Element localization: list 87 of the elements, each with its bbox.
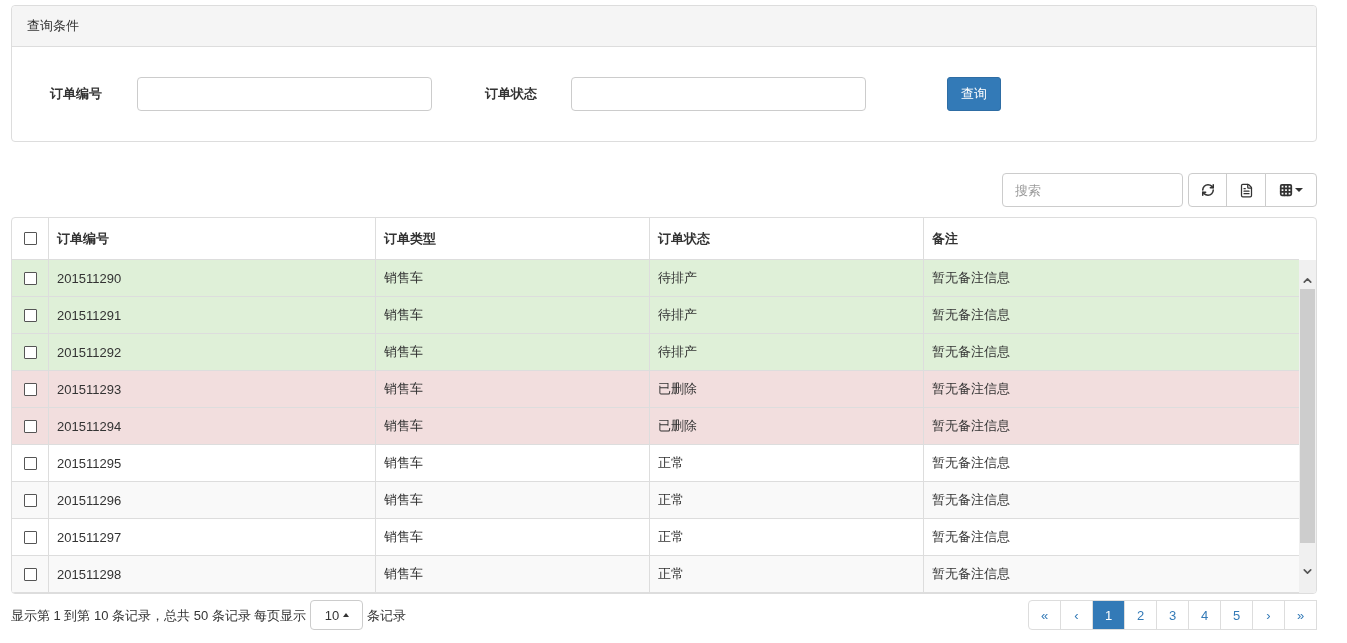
table-cell: 暂无备注信息 — [932, 306, 1010, 324]
table-row[interactable]: 201511293 销售车 已删除 暂无备注信息 — [12, 371, 1299, 408]
table-row[interactable]: 201511295 销售车 正常 暂无备注信息 — [12, 445, 1299, 482]
table-cell: 暂无备注信息 — [932, 565, 1010, 583]
columns-button[interactable] — [1265, 173, 1317, 207]
page-button[interactable]: « — [1028, 600, 1061, 630]
select-all-checkbox[interactable] — [23, 232, 37, 245]
table-cell: 201511291 — [57, 307, 122, 323]
field-label: 订单状态 — [485, 85, 538, 103]
table-cell: 正常 — [658, 454, 684, 472]
row-checkbox[interactable] — [23, 419, 37, 433]
row-checkbox[interactable] — [23, 567, 37, 581]
table-cell: 待排产 — [658, 343, 697, 361]
table-cell: 暂无备注信息 — [932, 269, 1010, 287]
table-cell: 201511292 — [57, 344, 122, 360]
search-field[interactable]: 搜索 — [1002, 173, 1183, 207]
table-cell: 待排产 — [658, 306, 697, 324]
page-button[interactable]: › — [1252, 600, 1285, 630]
table-cell: 201511296 — [57, 492, 122, 508]
input-field[interactable] — [571, 77, 866, 111]
table-cell: 销售车 — [384, 343, 423, 361]
table-cell: 暂无备注信息 — [932, 380, 1010, 398]
table-cell: 已删除 — [658, 380, 697, 398]
table-cell: 销售车 — [384, 491, 423, 509]
table-cell: 销售车 — [384, 565, 423, 583]
table-cell: 201511293 — [57, 381, 122, 397]
table-cell: 暂无备注信息 — [932, 417, 1010, 435]
table-cell: 201511295 — [57, 455, 122, 471]
page-button[interactable]: 3 — [1156, 600, 1189, 630]
panel-title: 查询条件 — [27, 17, 79, 35]
caret-icon — [1295, 188, 1303, 192]
table-cell: 暂无备注信息 — [932, 343, 1010, 361]
grid-icon — [1279, 183, 1293, 197]
table-cell: 销售车 — [384, 306, 423, 324]
table-row[interactable]: 201511296 销售车 正常 暂无备注信息 — [12, 482, 1299, 519]
table-row[interactable]: 201511292 销售车 待排产 暂无备注信息 — [12, 334, 1299, 371]
table-cell: 暂无备注信息 — [932, 454, 1010, 472]
refresh-icon — [1200, 183, 1215, 197]
scrollbar[interactable] — [1299, 260, 1316, 593]
table-cell: 201511290 — [57, 270, 122, 286]
table-cell: 销售车 — [384, 417, 423, 435]
page-button[interactable]: 4 — [1188, 600, 1221, 630]
table-cell: 销售车 — [384, 380, 423, 398]
toggle-view-button[interactable] — [1226, 173, 1266, 207]
table-cell: 暂无备注信息 — [932, 491, 1010, 509]
table-cell: 暂无备注信息 — [932, 528, 1010, 546]
column-header: 备注 — [932, 229, 958, 248]
row-checkbox[interactable] — [23, 345, 37, 359]
column-header: 订单状态 — [658, 229, 710, 248]
table-cell: 正常 — [658, 565, 684, 583]
refresh-button[interactable] — [1188, 173, 1227, 207]
page-button[interactable]: 2 — [1124, 600, 1157, 630]
table-row[interactable]: 201511290 销售车 待排产 暂无备注信息 — [12, 260, 1299, 297]
table-row[interactable]: 201511297 销售车 正常 暂无备注信息 — [12, 519, 1299, 556]
table-row[interactable]: 201511294 销售车 已删除 暂无备注信息 — [12, 408, 1299, 445]
table-cell: 待排产 — [658, 269, 697, 287]
page-button[interactable]: 5 — [1220, 600, 1253, 630]
page-button[interactable]: » — [1284, 600, 1317, 630]
row-checkbox[interactable] — [23, 382, 37, 396]
scroll-thumb[interactable] — [1300, 289, 1315, 543]
table-cell: 正常 — [658, 491, 684, 509]
table-cell: 已删除 — [658, 417, 697, 435]
table-row[interactable]: 201511291 销售车 待排产 暂无备注信息 — [12, 297, 1299, 334]
table-cell: 正常 — [658, 528, 684, 546]
input-field[interactable] — [137, 77, 432, 111]
table-cell: 201511294 — [57, 418, 122, 434]
table-cell: 销售车 — [384, 269, 423, 287]
table-row[interactable]: 201511298 销售车 正常 暂无备注信息 — [12, 556, 1299, 593]
table-cell: 201511298 — [57, 566, 122, 582]
page-button[interactable]: ‹ — [1060, 600, 1093, 630]
row-checkbox[interactable] — [23, 308, 37, 322]
table-cell: 201511297 — [57, 529, 122, 545]
row-checkbox[interactable] — [23, 493, 37, 507]
column-header: 订单类型 — [384, 229, 436, 248]
table-cell: 销售车 — [384, 528, 423, 546]
column-header: 订单编号 — [57, 229, 109, 248]
page-size-dropdown[interactable]: 10 — [310, 600, 364, 630]
row-checkbox[interactable] — [23, 456, 37, 470]
field-label: 订单编号 — [49, 85, 103, 103]
row-checkbox[interactable] — [23, 530, 37, 544]
records-label: 条记录 — [367, 607, 407, 625]
row-checkbox[interactable] — [23, 271, 37, 285]
caret-icon — [343, 613, 350, 617]
table-cell: 销售车 — [384, 454, 423, 472]
page-button[interactable]: 1 — [1092, 600, 1125, 630]
records-summary: 显示第 1 到第 10 条记录，总共 50 条记录 每页显示 — [11, 607, 307, 625]
query-button[interactable]: 查询 — [947, 77, 1001, 111]
